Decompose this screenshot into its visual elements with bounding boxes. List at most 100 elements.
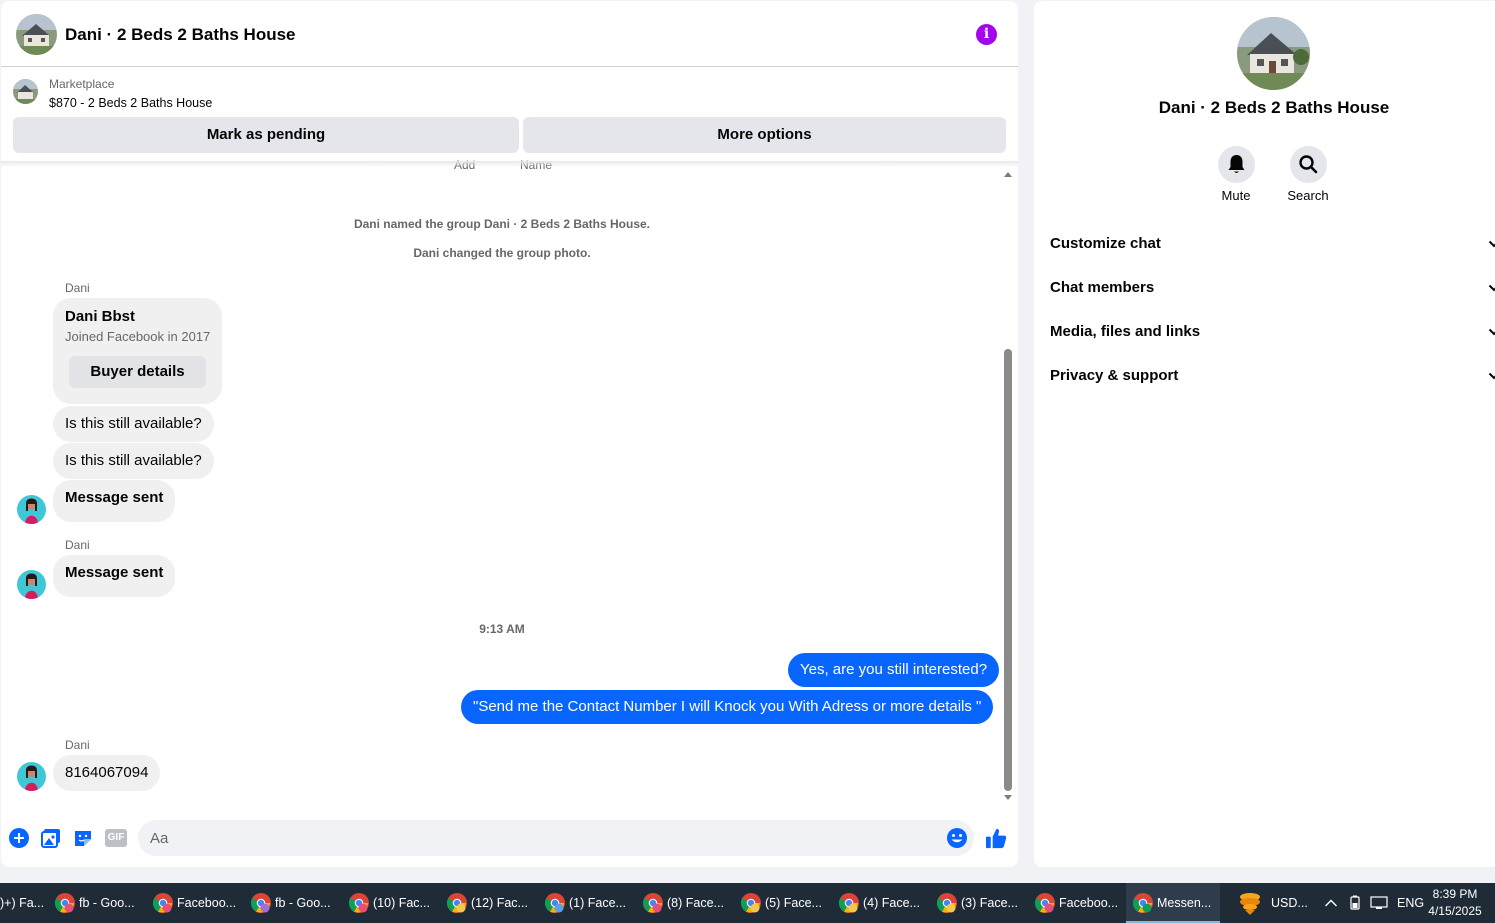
chevron-down-icon xyxy=(1488,240,1495,248)
sticker-icon[interactable] xyxy=(73,828,93,848)
taskbar-item-label: (3) Face... xyxy=(961,896,1018,910)
system-message: Dani changed the group photo. xyxy=(413,246,591,260)
sender-avatar[interactable] xyxy=(17,570,46,599)
scrollbar-thumb[interactable] xyxy=(1004,349,1012,791)
chevron-down-icon xyxy=(1488,372,1495,380)
chevron-down-icon xyxy=(1488,328,1495,336)
sender-avatar[interactable] xyxy=(17,495,46,524)
message-input-box[interactable] xyxy=(138,820,974,856)
currency-widget-label[interactable]: USD... xyxy=(1271,883,1308,923)
section-media-files-links[interactable]: Media, files and links xyxy=(1050,317,1495,347)
section-label: Customize chat xyxy=(1050,235,1161,252)
taskbar-item-label: (12) Fac... xyxy=(471,896,528,910)
taskbar-item[interactable]: Faceboo... xyxy=(1028,883,1126,923)
chrome-icon xyxy=(54,893,75,913)
message-bubble[interactable]: Message sent xyxy=(53,480,176,522)
taskbar-item-label: Faceboo... xyxy=(177,896,237,910)
scroll-up-arrow[interactable] xyxy=(1004,172,1012,177)
taskbar-item-label: fb - Goo... xyxy=(275,896,331,910)
message-scrollbar[interactable] xyxy=(1002,169,1014,805)
scroll-down-arrow[interactable] xyxy=(1004,795,1012,800)
conversation-info-panel: Dani · 2 Beds 2 Baths House Mute Search … xyxy=(1034,1,1495,867)
taskbar-item[interactable]: fb - Goo... xyxy=(244,883,342,923)
sender-avatar[interactable] xyxy=(17,762,46,791)
mark-as-pending-button[interactable]: Mark as pending xyxy=(13,117,519,153)
chrome-icon xyxy=(152,893,173,913)
listing-title[interactable]: $870 - 2 Beds 2 Baths House xyxy=(49,96,212,110)
taskbar-item[interactable]: (3) Face... xyxy=(930,883,1028,923)
currency-widget-icon[interactable] xyxy=(1237,891,1263,915)
chrome-icon xyxy=(740,893,761,913)
section-privacy-support[interactable]: Privacy & support xyxy=(1050,361,1495,391)
taskbar-item-active[interactable]: Messen... xyxy=(1126,883,1220,923)
chrome-icon xyxy=(250,893,271,913)
message-input[interactable] xyxy=(150,820,930,856)
outgoing-message[interactable]: "Send me the Contact Number I will Knock… xyxy=(461,690,994,724)
chrome-icon xyxy=(1132,893,1153,913)
taskbar-item-label: Messen... xyxy=(1157,896,1212,910)
section-chat-members[interactable]: Chat members xyxy=(1050,273,1495,303)
taskbar-item-label: (8) Face... xyxy=(667,896,724,910)
mute-label: Mute xyxy=(1221,188,1251,203)
plus-icon[interactable] xyxy=(9,828,29,848)
message-bubble[interactable]: Message sent xyxy=(53,555,176,597)
chrome-icon xyxy=(1034,893,1055,913)
photo-icon[interactable] xyxy=(41,828,61,848)
bell-icon xyxy=(1228,155,1245,173)
chevron-up-icon[interactable] xyxy=(1324,898,1338,908)
chrome-icon xyxy=(838,893,859,913)
taskbar-item[interactable]: Faceboo... xyxy=(146,883,244,923)
message-composer: GIF xyxy=(1,815,1018,865)
message-bubble[interactable]: 8164067094 xyxy=(53,755,161,791)
system-clock[interactable]: 8:39 PM 4/15/2025 xyxy=(1424,886,1486,920)
search-button[interactable] xyxy=(1290,146,1327,183)
info-icon[interactable]: i xyxy=(976,24,997,45)
chat-title[interactable]: Dani · 2 Beds 2 Baths House xyxy=(65,25,296,45)
buyer-details-button[interactable]: Buyer details xyxy=(69,356,206,388)
message-bubble[interactable]: Is this still available? xyxy=(53,406,214,442)
clock-time: 8:39 PM xyxy=(1432,887,1478,901)
taskbar-item[interactable]: (1) Face... xyxy=(538,883,636,923)
taskbar-item[interactable]: (12) Fac... xyxy=(440,883,538,923)
section-customize-chat[interactable]: Customize chat xyxy=(1050,229,1495,259)
chrome-icon xyxy=(936,893,957,913)
taskbar-item[interactable]: (4) Face... xyxy=(832,883,930,923)
mute-button[interactable] xyxy=(1218,146,1255,183)
group-avatar[interactable] xyxy=(16,14,57,55)
listing-thumbnail[interactable] xyxy=(13,79,38,104)
gif-icon[interactable]: GIF xyxy=(105,829,127,847)
sender-name: Dani xyxy=(65,281,90,295)
battery-icon[interactable] xyxy=(1348,895,1362,911)
network-icon[interactable] xyxy=(1370,895,1388,911)
info-title: Dani · 2 Beds 2 Baths House xyxy=(1158,98,1390,117)
taskbar-item-label: Faceboo... xyxy=(1059,896,1119,910)
system-message: Dani named the group Dani · 2 Beds 2 Bat… xyxy=(353,217,651,231)
chat-header: Dani · 2 Beds 2 Baths House i xyxy=(1,1,1018,67)
clock-date: 4/15/2025 xyxy=(1428,904,1482,918)
section-label: Media, files and links xyxy=(1050,323,1201,340)
language-indicator[interactable]: ENG xyxy=(1397,883,1424,923)
taskbar-item[interactable]: fb - Goo... xyxy=(48,883,146,923)
outgoing-message[interactable]: Yes, are you still interested? xyxy=(788,653,1000,687)
group-photo[interactable] xyxy=(1237,17,1310,90)
taskbar-item[interactable]: (10) Fac... xyxy=(342,883,440,923)
taskbar-item-label: (5) Face... xyxy=(765,896,822,910)
message-timestamp: 9:13 AM xyxy=(479,622,525,636)
more-options-button[interactable]: More options xyxy=(523,117,1006,153)
buyer-profile-card: Dani Bbst Joined Facebook in 2017 Buyer … xyxy=(53,298,222,404)
marketplace-label: Marketplace xyxy=(49,77,115,91)
buyer-name[interactable]: Dani Bbst xyxy=(65,308,135,325)
taskbar-item[interactable]: (5) Face... xyxy=(734,883,832,923)
section-label: Privacy & support xyxy=(1050,367,1179,384)
taskbar-item-label: )+) Fa... xyxy=(0,896,45,910)
message-bubble[interactable]: Is this still available? xyxy=(53,443,214,479)
taskbar-item[interactable]: )+) Fa... xyxy=(0,883,48,923)
taskbar-item-label: fb - Goo... xyxy=(79,896,135,910)
emoji-icon[interactable] xyxy=(946,827,968,849)
thumbs-up-icon[interactable] xyxy=(985,827,1008,850)
search-icon xyxy=(1299,155,1318,174)
taskbar-item[interactable]: (8) Face... xyxy=(636,883,734,923)
search-label: Search xyxy=(1287,188,1329,203)
windows-taskbar: )+) Fa... fb - Goo... Faceboo... fb - Go… xyxy=(0,883,1495,923)
taskbar-item-label: (4) Face... xyxy=(863,896,920,910)
